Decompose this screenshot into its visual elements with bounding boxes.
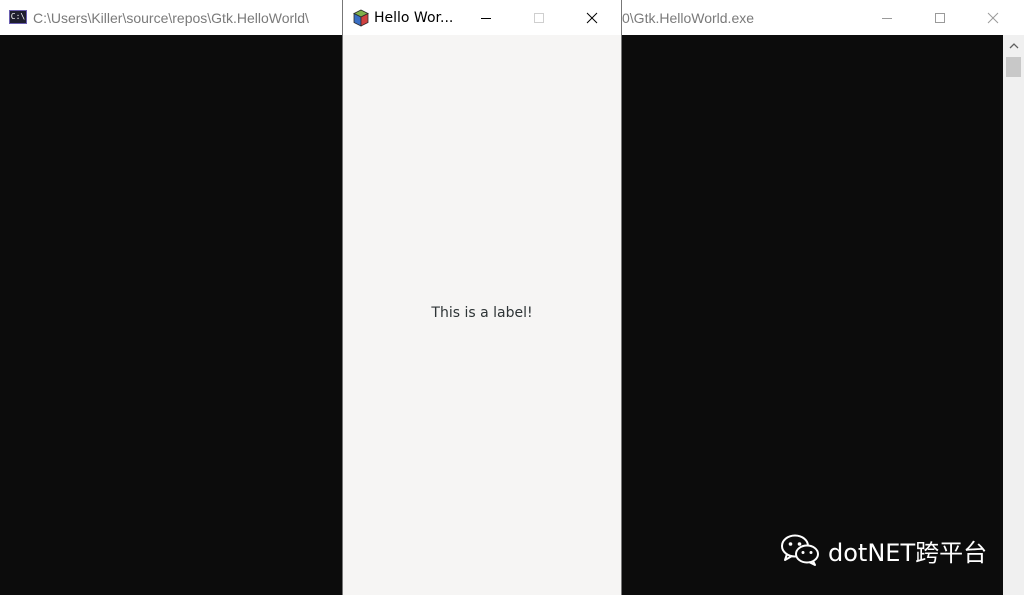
console-window-title: C:\Users\Killer\source\repos\Gtk.HelloWo…: [33, 10, 309, 26]
minimize-icon: [481, 17, 491, 19]
console-minimize-button[interactable]: [864, 0, 910, 35]
gtk-window-title: Hello Wor...: [374, 10, 454, 26]
console-window-title-tail: 0\Gtk.HelloWorld.exe: [622, 10, 755, 26]
wechat-icon: [781, 534, 819, 566]
close-icon: [987, 12, 999, 23]
maximize-icon: [534, 12, 544, 23]
gtk-window-content: This is a label!: [343, 35, 621, 595]
close-icon: [586, 12, 598, 23]
console-app-icon: C:\: [9, 10, 27, 24]
scrollbar-thumb[interactable]: [1006, 57, 1021, 77]
console-vertical-scrollbar[interactable]: [1003, 35, 1024, 595]
gtk-maximize-button: [516, 0, 562, 35]
watermark-text: dotNET跨平台: [828, 538, 988, 567]
console-close-button[interactable]: [970, 0, 1016, 35]
gtk-hello-world-window: Hello Wor... This is a label!: [342, 0, 622, 595]
minimize-icon: [882, 17, 892, 19]
wechat-watermark: dotNET跨平台: [780, 530, 987, 570]
scroll-up-button[interactable]: [1003, 39, 1024, 53]
chevron-up-icon: [1009, 43, 1018, 49]
hello-label: This is a label!: [431, 305, 533, 321]
console-maximize-button[interactable]: [917, 0, 963, 35]
gtk-close-button[interactable]: [569, 0, 615, 35]
gtk-titlebar[interactable]: Hello Wor...: [343, 0, 621, 35]
maximize-icon: [935, 12, 945, 23]
gtk-minimize-button[interactable]: [463, 0, 509, 35]
gtk-cube-icon: [353, 9, 369, 27]
